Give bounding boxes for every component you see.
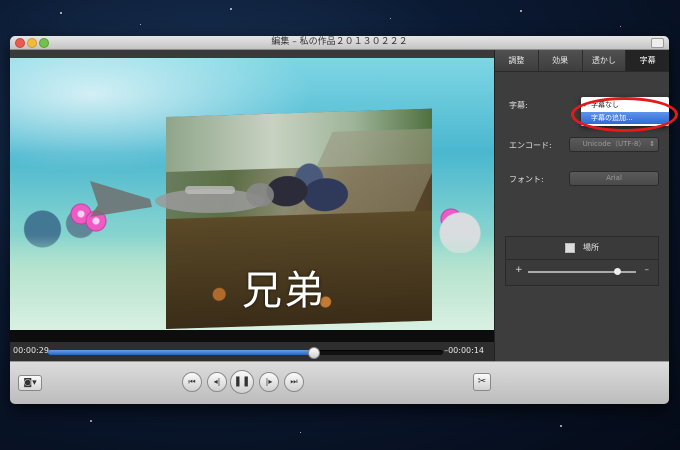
fullscreen-button[interactable] [651,38,664,48]
select-arrows-icon: ⇕ [649,140,655,148]
star [390,18,391,19]
tab-adjust[interactable]: 調整 [495,50,539,71]
remaining-time: –00:00:14 [444,346,484,355]
cut-icon[interactable]: ✂ [473,373,491,391]
skip-back-icon[interactable]: ⏮ [182,372,202,392]
editor-window: 編集 – 私の作品２０１３０２２２ 兄弟 00:00:29 –00:00:14 … [10,36,669,404]
star [620,26,621,27]
window-title: 編集 – 私の作品２０１３０２２２ [271,37,408,47]
pause-icon[interactable]: ❚❚ [230,370,254,394]
diver-image [90,181,274,217]
panel-tabs: 調整 効果 透かし 字幕 [495,50,669,72]
font-button[interactable]: Arial [569,171,659,186]
progress-fill [48,350,313,355]
place-label: 場所 [583,243,599,252]
tab-subtitle[interactable]: 字幕 [626,50,669,71]
tab-effect[interactable]: 効果 [539,50,583,71]
timeline-bar: 00:00:29 –00:00:14 [10,342,494,362]
star [300,432,301,433]
star [60,12,62,14]
star [140,24,141,25]
bottom-toolbar: ◙▾ ⏮ ◂| ❚❚ |▸ ⏭ ✂ [10,361,669,404]
skip-forward-icon[interactable]: ⏭ [284,372,304,392]
subtitle-label: 字幕: [509,101,528,110]
encode-label: エンコード: [509,141,552,150]
star [520,10,522,12]
plus-icon: + [515,265,523,275]
place-slider[interactable] [528,268,636,275]
title-bar[interactable]: 編集 – 私の作品２０１３０２２２ [10,36,669,50]
place-box: 場所 + – [505,236,659,286]
place-header: 場所 [506,237,658,260]
encode-value: Unicode（UTF-8） [582,140,646,148]
font-label: フォント: [509,175,544,184]
video-letterbox [10,330,494,342]
progress-knob[interactable] [307,347,320,359]
star [230,8,232,10]
elapsed-time: 00:00:29 [13,346,49,355]
subtitle-overlay: 兄弟 [242,268,326,314]
step-back-icon[interactable]: ◂| [207,372,227,392]
progress-track[interactable] [48,347,443,359]
red-annotation-ellipse [571,97,678,132]
place-slider-knob[interactable] [613,268,621,275]
camera-icon[interactable]: ◙▾ [18,375,42,391]
encode-select[interactable]: Unicode（UTF-8） ⇕ [569,137,659,152]
step-forward-icon[interactable]: |▸ [259,372,279,392]
tab-watermark[interactable]: 透かし [583,50,627,71]
place-checkbox[interactable] [565,242,575,253]
star [90,420,92,422]
minus-icon: – [644,265,650,275]
star [560,425,562,427]
video-preview[interactable]: 兄弟 [10,58,494,330]
